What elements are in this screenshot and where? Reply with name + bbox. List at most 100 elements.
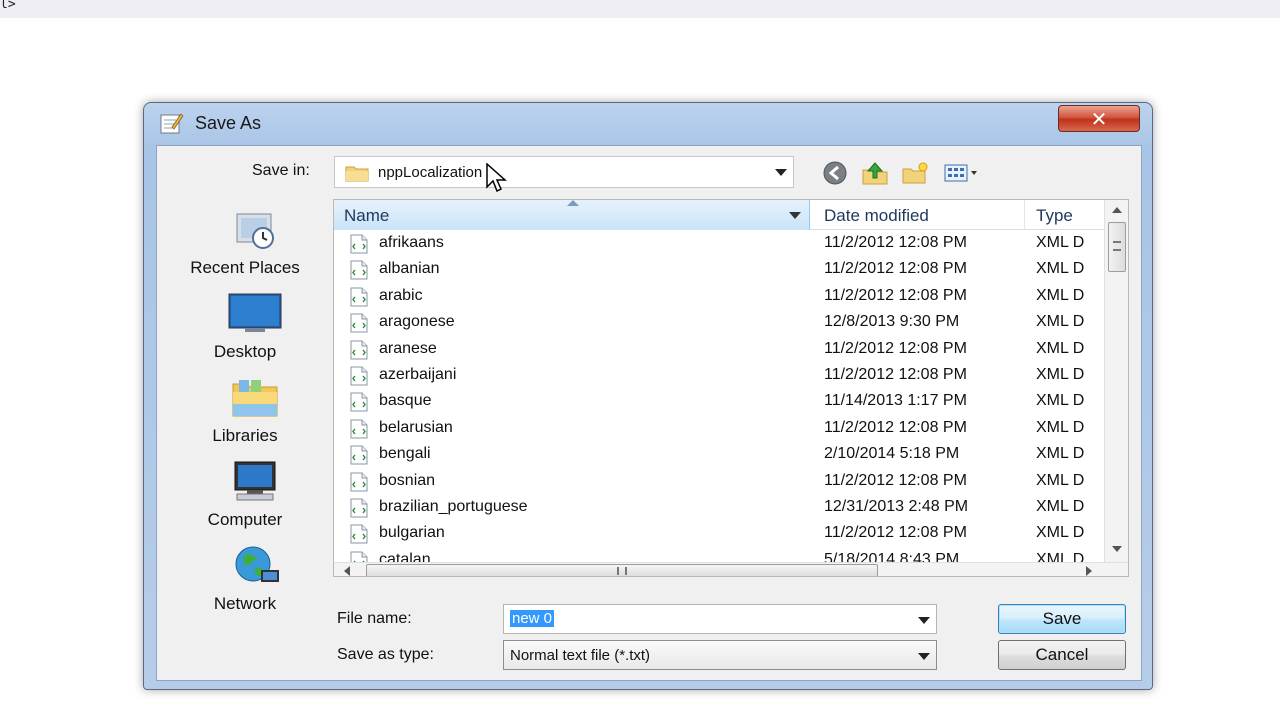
chevron-down-icon[interactable] (918, 617, 930, 624)
grip-icon (617, 567, 627, 575)
column-header-date[interactable]: Date modified (824, 206, 929, 226)
place-libraries[interactable]: Libraries (169, 376, 321, 454)
save-button[interactable]: Save (998, 604, 1126, 634)
scroll-right-icon[interactable] (1086, 566, 1092, 576)
place-recent-places[interactable]: Recent Places (169, 208, 321, 286)
file-type: XML D (1036, 498, 1085, 515)
file-row[interactable]: aranese 11/2/2012 12:08 PM XML D (334, 337, 1114, 363)
column-header-name[interactable]: Name (334, 200, 810, 230)
file-name: bulgarian (379, 524, 445, 542)
file-row[interactable]: albanian 11/2/2012 12:08 PM XML D (334, 257, 1114, 283)
xml-file-icon (350, 287, 368, 307)
scroll-down-icon[interactable] (1112, 546, 1122, 552)
file-row[interactable]: bengali 2/10/2014 5:18 PM XML D (334, 442, 1114, 468)
view-menu-icon[interactable] (942, 160, 982, 186)
dialog-title: Save As (195, 113, 262, 133)
file-name-label: File name: (337, 610, 412, 627)
scroll-up-icon[interactable] (1112, 207, 1122, 213)
place-label: Libraries (212, 426, 278, 445)
file-name: basque (379, 392, 432, 410)
file-name: albanian (379, 260, 440, 278)
libraries-icon (232, 380, 278, 417)
file-list-header: Name Date modified Type (334, 200, 1114, 230)
file-name: bosnian (379, 471, 436, 489)
file-type: XML D (1036, 524, 1085, 542)
xml-file-icon (350, 472, 368, 492)
network-icon (235, 546, 279, 582)
place-desktop[interactable]: Desktop (169, 292, 321, 370)
up-folder-icon[interactable] (860, 160, 890, 186)
back-icon[interactable] (820, 160, 850, 186)
cancel-button[interactable]: Cancel (998, 640, 1126, 670)
new-folder-icon[interactable] (900, 160, 930, 186)
file-type: XML D (1036, 445, 1085, 463)
column-header-name-label: Name (344, 206, 390, 225)
xml-file-icon (350, 392, 368, 412)
vertical-scroll-thumb[interactable] (1108, 222, 1126, 272)
mouse-cursor-icon (486, 163, 507, 193)
save-as-type-value: Normal text file (*.txt) (510, 647, 651, 664)
file-date-modified: 11/2/2012 12:08 PM (824, 260, 967, 278)
horizontal-scrollbar[interactable] (334, 562, 1128, 576)
place-network[interactable]: Network (169, 544, 321, 622)
column-header-type[interactable]: Type (1036, 206, 1073, 226)
file-row[interactable]: aragonese 12/8/2013 9:30 PM XML D (334, 310, 1114, 336)
file-date-modified: 11/2/2012 12:08 PM (824, 418, 967, 436)
notepad-icon (160, 113, 184, 134)
file-row[interactable]: arabic 11/2/2012 12:08 PM XML D (334, 284, 1114, 310)
file-name-value[interactable]: new 0 (510, 610, 555, 627)
xml-file-icon (350, 234, 368, 254)
file-name: aragonese (379, 313, 455, 331)
save-in-dropdown[interactable]: nppLocalization (334, 156, 794, 188)
recent-places-icon (236, 213, 274, 249)
file-name: aranese (379, 339, 437, 357)
file-type: XML D (1036, 471, 1085, 489)
column-divider[interactable] (1024, 200, 1025, 230)
editor-text: l> (0, 0, 16, 12)
file-row[interactable]: azerbaijani 11/2/2012 12:08 PM XML D (334, 363, 1114, 389)
xml-file-icon (350, 524, 368, 544)
file-row[interactable]: afrikaans 11/2/2012 12:08 PM XML D (334, 231, 1114, 257)
file-date-modified: 11/14/2013 1:17 PM (824, 392, 967, 410)
close-button[interactable]: ✕ (1058, 105, 1140, 132)
file-type: XML D (1036, 234, 1085, 251)
file-row[interactable]: brazilian_portuguese 12/31/2013 2:48 PM XM… (334, 495, 1114, 521)
xml-file-icon (350, 498, 368, 518)
desktop-icon (228, 293, 282, 332)
chevron-down-icon (918, 653, 930, 660)
grip-icon (1113, 241, 1121, 251)
sort-ascending-icon (567, 200, 579, 206)
file-name: bengali (379, 445, 431, 463)
file-name: azerbaijani (379, 366, 457, 383)
place-label: Computer (207, 510, 283, 529)
xml-file-icon (350, 340, 368, 360)
file-type: XML D (1036, 260, 1085, 278)
file-row[interactable]: bosnian 11/2/2012 12:08 PM XML D (334, 469, 1114, 495)
save-as-type-dropdown[interactable]: Normal text file (*.txt) (503, 640, 937, 670)
file-name: arabic (379, 286, 423, 304)
place-computer[interactable]: Computer (169, 460, 321, 538)
file-date-modified: 12/8/2013 9:30 PM (824, 313, 960, 331)
file-row[interactable]: basque 11/14/2013 1:17 PM XML D (334, 389, 1114, 415)
file-list[interactable]: Name Date modified Type afrikaans 11/2/20… (333, 199, 1129, 577)
file-name-input[interactable]: new 0 (503, 604, 937, 634)
file-name: afrikaans (379, 234, 444, 251)
save-in-label: Save in: (252, 162, 310, 179)
file-row[interactable]: belarusian 11/2/2012 12:08 PM XML D (334, 416, 1114, 442)
column-filter-chevron-icon[interactable] (789, 212, 801, 219)
save-as-dialog: Save As ✕ Save in: nppLocalization Recen… (143, 102, 1153, 690)
file-date-modified: 11/2/2012 12:08 PM (824, 366, 967, 383)
place-label: Desktop (213, 342, 277, 361)
horizontal-scroll-thumb[interactable] (366, 564, 878, 576)
vertical-scrollbar[interactable] (1104, 200, 1128, 562)
xml-file-icon (350, 445, 368, 465)
file-name: brazilian_portuguese (379, 498, 528, 515)
place-label: Network (213, 594, 277, 613)
file-row[interactable]: bulgarian 11/2/2012 12:08 PM XML D (334, 521, 1114, 547)
save-as-type-label: Save as type: (337, 646, 434, 663)
computer-icon (234, 461, 276, 501)
save-in-value: nppLocalization (378, 164, 483, 181)
chevron-down-icon (775, 169, 787, 176)
scroll-left-icon[interactable] (344, 566, 350, 576)
xml-file-icon (350, 419, 368, 439)
